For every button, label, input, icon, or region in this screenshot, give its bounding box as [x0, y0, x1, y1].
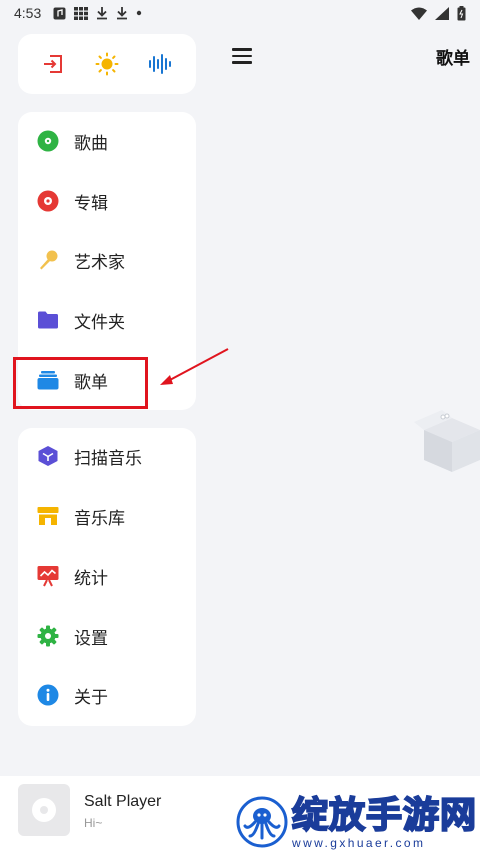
track-title: Salt Player: [84, 793, 162, 810]
watermark-url: www.gxhuaer.com: [292, 836, 426, 850]
watermark-octopus-logo: [236, 796, 288, 848]
store-icon: [36, 504, 60, 528]
nav-item-label: 艺术家: [74, 252, 125, 273]
exit-button[interactable]: [35, 46, 71, 82]
tools-menu-card: 扫描音乐 音乐库 统计 设置 关于: [18, 428, 196, 726]
theme-toggle-button[interactable]: [89, 46, 125, 82]
album-disc-icon: [36, 189, 60, 213]
sun-icon: [95, 52, 119, 76]
signal-icon: [435, 6, 449, 20]
audio-effects-button[interactable]: [143, 46, 179, 82]
track-artist: Hi~: [84, 816, 103, 830]
download-icon: [117, 7, 128, 20]
annotation-highlight-box: [13, 357, 148, 409]
nav-item-label: 文件夹: [74, 312, 125, 333]
dot-icon: [137, 10, 142, 16]
nav-item-label: 扫描音乐: [74, 448, 142, 469]
hamburger-menu-button[interactable]: [232, 44, 256, 68]
music-app-icon: [53, 7, 66, 19]
nav-item-label: 歌曲: [74, 133, 108, 154]
waveform-icon: [149, 54, 171, 74]
folder-icon: [36, 308, 60, 332]
nav-item-songs[interactable]: 歌曲: [18, 117, 196, 165]
status-time: 4:53: [14, 5, 42, 21]
nav-item-label: 关于: [74, 687, 108, 708]
nav-item-folders[interactable]: 文件夹: [18, 296, 196, 344]
nav-item-scan-music[interactable]: 扫描音乐: [18, 432, 196, 480]
wifi-icon: [411, 7, 427, 20]
nav-item-about[interactable]: 关于: [18, 671, 196, 719]
menu-line: [232, 48, 252, 51]
nav-item-label: 设置: [74, 628, 108, 649]
annotation-arrow-icon: [160, 348, 229, 385]
download-icon: [97, 7, 108, 20]
nav-item-albums[interactable]: 专辑: [18, 177, 196, 225]
menu-line: [232, 61, 252, 64]
grid-icon: [74, 6, 89, 20]
menu-line: [232, 54, 252, 58]
exit-icon: [44, 55, 62, 73]
nav-item-label: 专辑: [74, 193, 108, 214]
nav-item-statistics[interactable]: 统计: [18, 552, 196, 600]
chart-board-icon: [36, 564, 60, 588]
gear-icon: [36, 624, 60, 648]
nav-item-settings[interactable]: 设置: [18, 612, 196, 660]
info-icon: [36, 683, 60, 707]
nav-item-label: 音乐库: [74, 508, 125, 529]
song-disc-icon: [36, 129, 60, 153]
nav-item-label: 统计: [74, 568, 108, 589]
scan-cube-icon: [36, 444, 60, 468]
nav-item-artists[interactable]: 艺术家: [18, 236, 196, 284]
status-bar: 4:53: [0, 0, 480, 26]
quick-actions-card: [18, 34, 196, 94]
microphone-icon: [36, 248, 60, 272]
album-art[interactable]: [18, 784, 70, 836]
nav-item-music-library[interactable]: 音乐库: [18, 492, 196, 540]
disc-placeholder-icon: [32, 798, 56, 822]
battery-icon: [457, 5, 466, 20]
empty-box-illustration: [414, 410, 480, 472]
watermark-text: 绽放手游网: [291, 795, 478, 837]
page-title: 歌单: [436, 49, 470, 69]
